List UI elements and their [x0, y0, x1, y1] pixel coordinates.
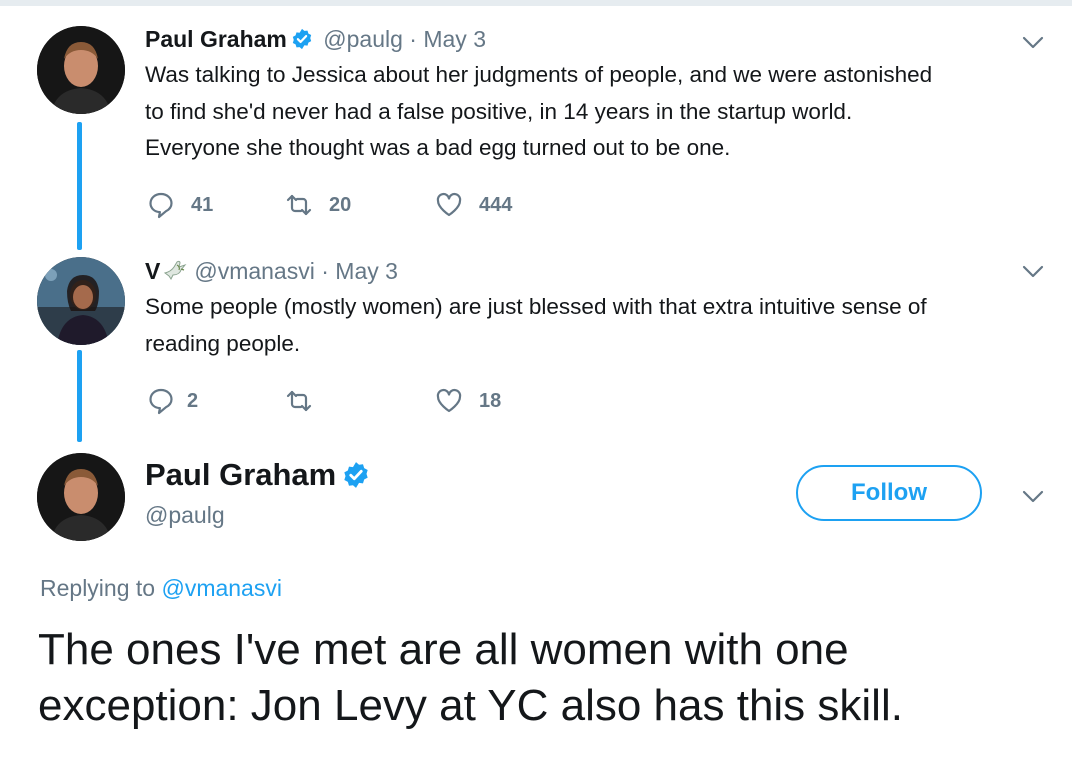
tweet-2-header: V @vmanasvi · May 3: [145, 256, 398, 286]
chevron-down-icon[interactable]: [1022, 265, 1044, 279]
chevron-down-icon[interactable]: [1022, 36, 1044, 50]
tweet-2-separator: ·: [321, 258, 329, 284]
tweet-2-handle[interactable]: @vmanasvi: [194, 258, 315, 284]
retweet-icon: [286, 390, 312, 412]
tweet-1-handle[interactable]: @paulg: [323, 26, 403, 52]
tweet-2-author-name[interactable]: V: [145, 258, 160, 284]
retweet-button[interactable]: [285, 386, 329, 416]
reply-count: 41: [191, 193, 214, 216]
retweet-icon: [286, 194, 312, 216]
retweet-count: 20: [329, 193, 352, 216]
tweet-text-line: Some people (mostly women) are just bles…: [145, 294, 927, 319]
tweet-text-line: Was talking to Jessica about her judgmen…: [145, 62, 933, 87]
focus-author-handle[interactable]: @paulg: [145, 502, 225, 529]
tweet-1-text: Was talking to Jessica about her judgmen…: [145, 57, 1055, 167]
tweet-1-actions: 41 20 444: [145, 190, 745, 220]
retweet-button[interactable]: 20: [285, 190, 351, 220]
like-count: 18: [479, 389, 502, 412]
tweet-2-text: Some people (mostly women) are just bles…: [145, 289, 1055, 362]
like-count: 444: [479, 193, 513, 216]
reply-button[interactable]: 41: [147, 190, 213, 220]
reply-icon: [149, 388, 173, 415]
avatar-paulg[interactable]: [37, 453, 125, 541]
focus-author-name[interactable]: Paul Graham: [145, 457, 336, 492]
follow-button[interactable]: Follow: [796, 465, 982, 521]
avatar-vmanasvi[interactable]: [37, 257, 125, 345]
tweet-2-date[interactable]: May 3: [335, 258, 398, 284]
chevron-down-icon[interactable]: [1022, 490, 1044, 504]
top-divider: [0, 0, 1072, 6]
thread-connector: [77, 350, 82, 442]
tweet-1-separator: ·: [409, 26, 417, 52]
tweet-text-line: The ones I've met are all women with one: [38, 625, 849, 674]
tweet-text-line: Everyone she thought was a bad egg turne…: [145, 135, 731, 160]
replying-prefix: Replying to: [40, 575, 156, 601]
tweet-1-header: Paul Graham @paulg · May 3: [145, 24, 486, 54]
reply-button[interactable]: 2: [147, 386, 198, 416]
verified-badge-icon: [342, 461, 370, 489]
like-button[interactable]: 18: [435, 386, 501, 416]
heart-icon: [436, 192, 462, 217]
tweet-1-date[interactable]: May 3: [423, 26, 486, 52]
tweet-text-line: exception: Jon Levy at YC also has this …: [38, 681, 903, 730]
dove-icon: [162, 257, 188, 281]
focus-author-name-row: Paul Graham: [145, 457, 374, 493]
tweet-text-line: to find she'd never had a false positive…: [145, 98, 853, 124]
replying-to: Replying to @vmanasvi: [40, 575, 282, 602]
replying-mention-link[interactable]: @vmanasvi: [161, 575, 282, 601]
tweet-text-line: reading people.: [145, 330, 301, 356]
thread-connector: [77, 122, 82, 250]
heart-icon: [436, 388, 462, 413]
verified-badge-icon: [291, 27, 313, 50]
reply-count: 2: [187, 389, 199, 412]
focus-tweet-text: The ones I've met are all women with one…: [38, 622, 1048, 734]
tweet-1-author-name[interactable]: Paul Graham: [145, 26, 287, 52]
reply-icon: [149, 192, 173, 219]
like-button[interactable]: 444: [435, 190, 512, 220]
tweet-2-actions: 2 18: [145, 386, 745, 416]
avatar-paulg[interactable]: [37, 26, 125, 114]
